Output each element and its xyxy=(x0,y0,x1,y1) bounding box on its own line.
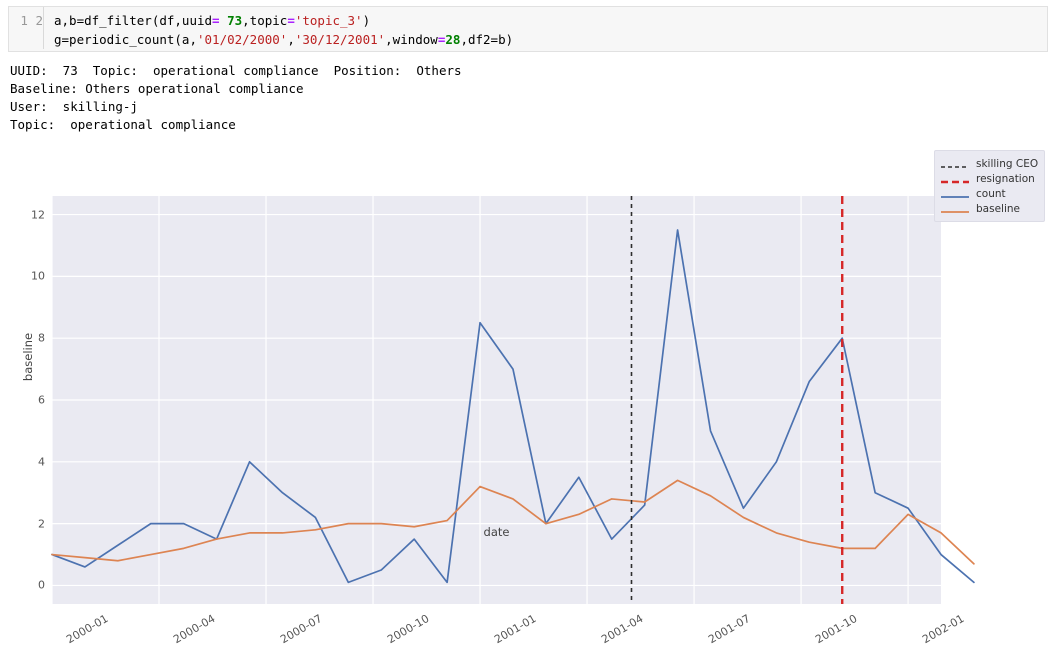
plot-axes xyxy=(51,196,975,604)
legend-item: skilling CEO xyxy=(940,156,1038,171)
code-number: 73 xyxy=(219,13,243,28)
code-text: ,df2=b) xyxy=(460,32,514,47)
code-line-numbers: 1 2 xyxy=(9,7,43,30)
series-line-baseline xyxy=(51,479,975,565)
legend-swatch-resignation xyxy=(940,173,970,185)
code-text: ,topic xyxy=(242,13,288,28)
code-line-2: g=periodic_count(a,'01/02/2000','30/12/2… xyxy=(54,32,513,47)
x-axis-ticks: 2000-01 2000-04 2000-07 2000-10 2001-01 2001-… xyxy=(0,140,1056,646)
y-tick-label: 12 xyxy=(31,208,45,222)
y-tick-label: 0 xyxy=(38,578,45,592)
x-tick-label: 2001-10 xyxy=(813,612,860,646)
legend-swatch-skilling-ceo xyxy=(940,158,970,170)
x-tick-label: 2000-07 xyxy=(278,612,325,646)
chart-legend: skilling CEO resignation count baseline xyxy=(934,150,1046,222)
code-text: , xyxy=(287,32,295,47)
code-string: 'topic_3' xyxy=(294,13,363,28)
text-output: UUID: 73 Topic: operational compliance P… xyxy=(10,62,462,134)
x-axis-label: date xyxy=(483,525,510,539)
output-line-topic: Topic: operational compliance xyxy=(10,117,236,132)
x-tick-label: 2000-01 xyxy=(64,612,111,646)
code-text: g=periodic_count(a, xyxy=(54,32,197,47)
y-tick-label: 6 xyxy=(38,393,45,407)
x-tick-label: 2002-01 xyxy=(920,612,967,646)
code-operator: = xyxy=(287,13,295,28)
code-line-1: a,b=df_filter(df,uuid= 73,topic='topic_3… xyxy=(54,13,370,28)
code-string: '30/12/2001' xyxy=(294,32,386,47)
code-operator: = xyxy=(212,13,220,28)
x-tick-label: 2001-01 xyxy=(492,612,539,646)
code-text: a,b=df_filter(df,uuid xyxy=(54,13,213,28)
y-axis-label: baseline xyxy=(21,332,35,382)
legend-swatch-baseline xyxy=(940,203,970,215)
y-tick-label: 10 xyxy=(31,269,45,283)
output-line-baseline: Baseline: Others operational compliance xyxy=(10,81,304,96)
x-tick-label: 2001-07 xyxy=(706,612,753,646)
line-number-1: 1 xyxy=(20,13,28,28)
y-tick-label: 8 xyxy=(38,331,45,345)
plot-canvas xyxy=(51,196,975,604)
line-number-2: 2 xyxy=(35,13,43,28)
legend-item: count xyxy=(940,186,1038,201)
x-tick-label: 2000-10 xyxy=(385,612,432,646)
code-cell[interactable]: 1 2 a,b=df_filter(df,uuid= 73,topic='top… xyxy=(8,6,1048,52)
legend-item: baseline xyxy=(940,201,1038,216)
x-tick-label: 2000-04 xyxy=(171,612,218,646)
code-string: '01/02/2000' xyxy=(197,32,288,47)
y-axis-ticks: 0 2 4 6 8 10 12 xyxy=(0,196,45,604)
output-line-uuid: UUID: 73 Topic: operational compliance P… xyxy=(10,63,462,78)
code-number: 28 xyxy=(445,32,461,47)
chart-figure: 0 2 4 6 8 10 12 baseline 2000-01 2000-04 2000-07… xyxy=(0,140,1056,646)
y-tick-label: 4 xyxy=(38,455,45,469)
code-editor[interactable]: a,b=df_filter(df,uuid= 73,topic='topic_3… xyxy=(43,7,1047,49)
legend-swatch-count xyxy=(940,188,970,200)
legend-label: count xyxy=(976,187,1006,200)
legend-label: baseline xyxy=(976,202,1020,215)
legend-item: resignation xyxy=(940,171,1038,186)
x-tick-label: 2001-04 xyxy=(599,612,646,646)
code-text: ,window xyxy=(385,32,438,47)
output-line-user: User: skilling-j xyxy=(10,99,138,114)
code-text: ) xyxy=(362,13,371,28)
legend-label: skilling CEO xyxy=(976,157,1039,170)
legend-label: resignation xyxy=(976,172,1035,185)
